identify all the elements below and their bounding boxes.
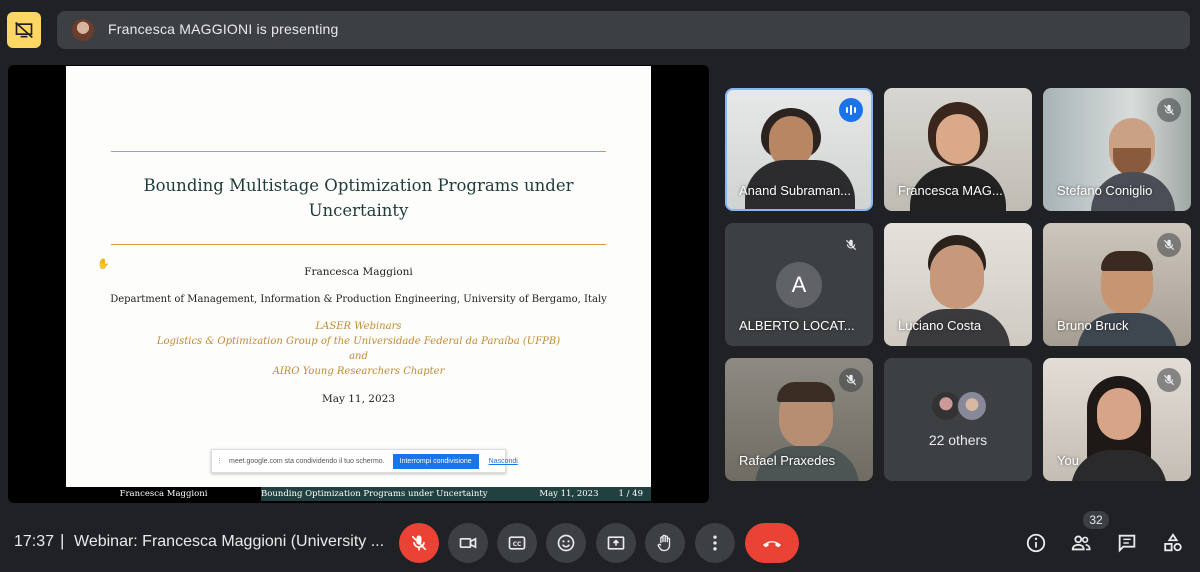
avatar [957,391,987,421]
slide-author: Francesca Maggioni [304,266,413,278]
slide-date: May 11, 2023 [321,393,396,405]
meeting-title: Webinar: Francesca Maggioni (University … [74,533,385,550]
participant-name: Bruno Bruck [1057,318,1129,333]
muted-indicator [839,368,863,392]
slide-affiliation: Department of Management, Information & … [110,294,607,305]
footer-author: Francesca Maggioni [66,487,261,501]
participant-name: Anand Subraman... [739,183,852,198]
others-tile[interactable]: 22 others [884,358,1032,481]
more-options-icon [713,535,717,551]
participant-tile[interactable]: Stefano Coniglio [1043,88,1191,211]
participant-name: ALBERTO LOCAT... [739,318,855,333]
participant-name: Luciano Costa [898,318,982,333]
emoji-icon [557,534,575,552]
participant-name: Rafael Praxedes [739,453,836,468]
others-count: 22 others [928,432,988,448]
hide-button[interactable]: Nascondi [489,458,518,465]
participant-tile[interactable]: Rafael Praxedes [725,358,873,481]
slide-event-line4: AIRO Young Researchers Chapter [272,366,445,377]
slide-event-line3: and [349,351,368,362]
muted-indicator [839,233,863,257]
speaking-icon [846,105,856,115]
people-icon [1071,535,1091,551]
mic-off-icon [845,374,857,386]
participant-tile[interactable]: You [1043,358,1191,481]
meeting-details-button[interactable] [1022,529,1050,557]
slide-footer: Francesca Maggioni Bounding Optimization… [66,487,651,501]
speaking-indicator [839,98,863,122]
mic-toggle-button[interactable] [399,523,439,563]
screen-share-bar: ⋮ meet.google.com sta condividendo il tu… [211,449,518,473]
chat-button[interactable] [1113,529,1141,557]
stop-presenting-icon [15,21,33,39]
end-call-icon [763,541,781,548]
svg-text:CC: CC [513,542,522,548]
end-call-button[interactable] [745,523,799,563]
participant-tile[interactable]: Luciano Costa [884,223,1032,346]
reactions-button[interactable] [546,523,586,563]
separator: | [60,531,65,550]
presenter-avatar [72,19,94,41]
presentation-slide: Bounding Multistage Optimization Program… [66,66,651,487]
muted-indicator [1157,368,1181,392]
participant-tile[interactable]: Anand Subraman... [725,88,873,211]
clock: 17:37 [14,533,55,550]
share-message: meet.google.com sta condividendo il tuo … [229,457,385,465]
stop-presenting-button[interactable] [7,12,41,48]
info-icon [1026,533,1046,553]
drag-handle-icon[interactable]: ⋮ [216,457,223,465]
captions-icon: CC [508,536,526,550]
present-icon [607,536,625,550]
slide-event-line2: Logistics & Optimization Group of the Un… [156,336,561,347]
participant-name: Francesca MAG... [898,183,1003,198]
mic-off-icon [1163,239,1175,251]
participant-count-badge: 32 [1083,511,1109,529]
mic-off-icon [845,239,857,251]
presenting-text: Francesca MAGGIONI is presenting [108,21,339,37]
activities-icon [1164,533,1182,552]
people-button[interactable] [1067,529,1095,557]
camera-icon [459,537,477,549]
footer-title: Bounding Optimization Programs under Unc… [261,489,488,499]
chat-icon [1118,534,1136,553]
participant-tile[interactable]: A ALBERTO LOCAT... [725,223,873,346]
activities-button[interactable] [1159,529,1187,557]
slide-rule-top [111,151,606,152]
participant-tile[interactable]: Bruno Bruck [1043,223,1191,346]
slide-event-line1: LASER Webinars [315,321,402,332]
participant-name: You [1057,453,1079,468]
mic-off-icon [1163,374,1175,386]
participant-tile[interactable]: Francesca MAG... [884,88,1032,211]
mic-off-icon [411,535,427,551]
raise-hand-button[interactable] [645,523,685,563]
footer-page: 1 / 49 [618,489,644,499]
avatar: A [776,262,822,308]
slide-rule-bottom [111,244,606,245]
muted-indicator [1157,233,1181,257]
captions-button[interactable]: CC [497,523,537,563]
muted-indicator [1157,98,1181,122]
footer-date: May 11, 2023 [539,489,599,499]
slide-title-line1: Bounding Multistage Optimization Program… [143,176,574,195]
slide-title-line2: Uncertainty [308,201,409,220]
camera-toggle-button[interactable] [448,523,488,563]
raise-hand-icon [657,534,671,552]
stop-sharing-button[interactable]: Interrompi condivisione [392,453,479,469]
mic-off-icon [1163,104,1175,116]
participant-name: Stefano Coniglio [1057,183,1153,198]
more-options-button[interactable] [695,523,735,563]
present-button[interactable] [596,523,636,563]
